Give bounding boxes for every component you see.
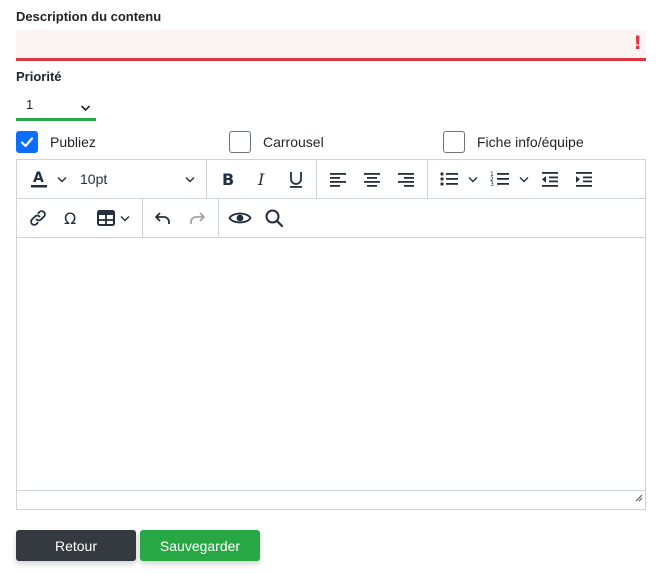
description-field[interactable]: ! xyxy=(16,30,646,61)
align-left-icon[interactable] xyxy=(327,168,349,190)
priority-select[interactable]: 1 xyxy=(16,90,96,121)
align-center-icon[interactable] xyxy=(361,168,383,190)
error-icon: ! xyxy=(633,32,642,54)
toolbar-divider xyxy=(316,160,317,198)
svg-text:B: B xyxy=(222,170,234,189)
back-button[interactable]: Retour xyxy=(16,530,136,561)
font-size-select[interactable]: 10pt xyxy=(80,171,107,187)
chevron-down-icon xyxy=(80,100,91,115)
text-color-icon[interactable]: A xyxy=(27,168,51,190)
special-char-icon[interactable]: Ω xyxy=(61,207,83,229)
bold-icon[interactable]: B xyxy=(217,168,239,190)
bullet-list-icon[interactable] xyxy=(438,168,460,190)
description-input[interactable] xyxy=(16,30,646,58)
redo-icon[interactable] xyxy=(186,207,208,229)
editor-status-bar xyxy=(17,490,645,509)
publish-checkbox[interactable]: Publiez xyxy=(16,130,96,154)
priority-value: 1 xyxy=(26,97,34,112)
info-sheet-checkbox[interactable]: Fiche info/équipe xyxy=(443,130,584,154)
toolbar-divider xyxy=(206,160,207,198)
undo-icon[interactable] xyxy=(152,207,174,229)
priority-label: Priorité xyxy=(16,69,62,84)
editor-content-area[interactable] xyxy=(17,238,645,490)
save-button[interactable]: Sauvegarder xyxy=(140,530,260,561)
chevron-down-icon[interactable] xyxy=(183,168,197,190)
outdent-icon[interactable] xyxy=(539,168,561,190)
checkbox-checked-icon[interactable] xyxy=(16,131,38,153)
carousel-label: Carrousel xyxy=(263,134,324,150)
svg-text:A: A xyxy=(33,170,44,186)
text-color-dropdown-icon[interactable] xyxy=(55,168,69,190)
info-sheet-label: Fiche info/équipe xyxy=(477,134,584,150)
table-icon[interactable] xyxy=(95,207,117,229)
checkbox-unchecked-icon[interactable] xyxy=(229,131,251,153)
numbered-list-icon[interactable]: 123 xyxy=(489,168,511,190)
toolbar-divider xyxy=(218,199,219,237)
svg-text:Ω: Ω xyxy=(64,209,76,228)
toolbar-divider xyxy=(427,160,428,198)
editor-toolbar-row-1: A 10pt B I 1 2 3 xyxy=(17,160,645,199)
publish-label: Publiez xyxy=(50,134,96,150)
preview-icon[interactable] xyxy=(228,207,252,229)
chevron-down-icon[interactable] xyxy=(118,207,132,229)
search-icon[interactable] xyxy=(263,207,285,229)
rich-text-editor: A 10pt B I 1 2 3 Ω xyxy=(16,159,646,510)
svg-text:3: 3 xyxy=(490,181,494,188)
align-right-icon[interactable] xyxy=(395,168,417,190)
checkbox-unchecked-icon[interactable] xyxy=(443,131,465,153)
underline-icon[interactable] xyxy=(285,168,307,190)
chevron-down-icon[interactable] xyxy=(466,168,480,190)
description-label: Description du contenu xyxy=(16,9,162,24)
resize-handle-icon[interactable] xyxy=(633,489,643,507)
link-icon[interactable] xyxy=(27,207,49,229)
editor-toolbar-row-2: Ω xyxy=(17,199,645,238)
svg-text:I: I xyxy=(257,170,265,189)
chevron-down-icon[interactable] xyxy=(517,168,531,190)
italic-icon[interactable]: I xyxy=(251,168,273,190)
indent-icon[interactable] xyxy=(573,168,595,190)
toolbar-divider xyxy=(142,199,143,237)
carousel-checkbox[interactable]: Carrousel xyxy=(229,130,324,154)
